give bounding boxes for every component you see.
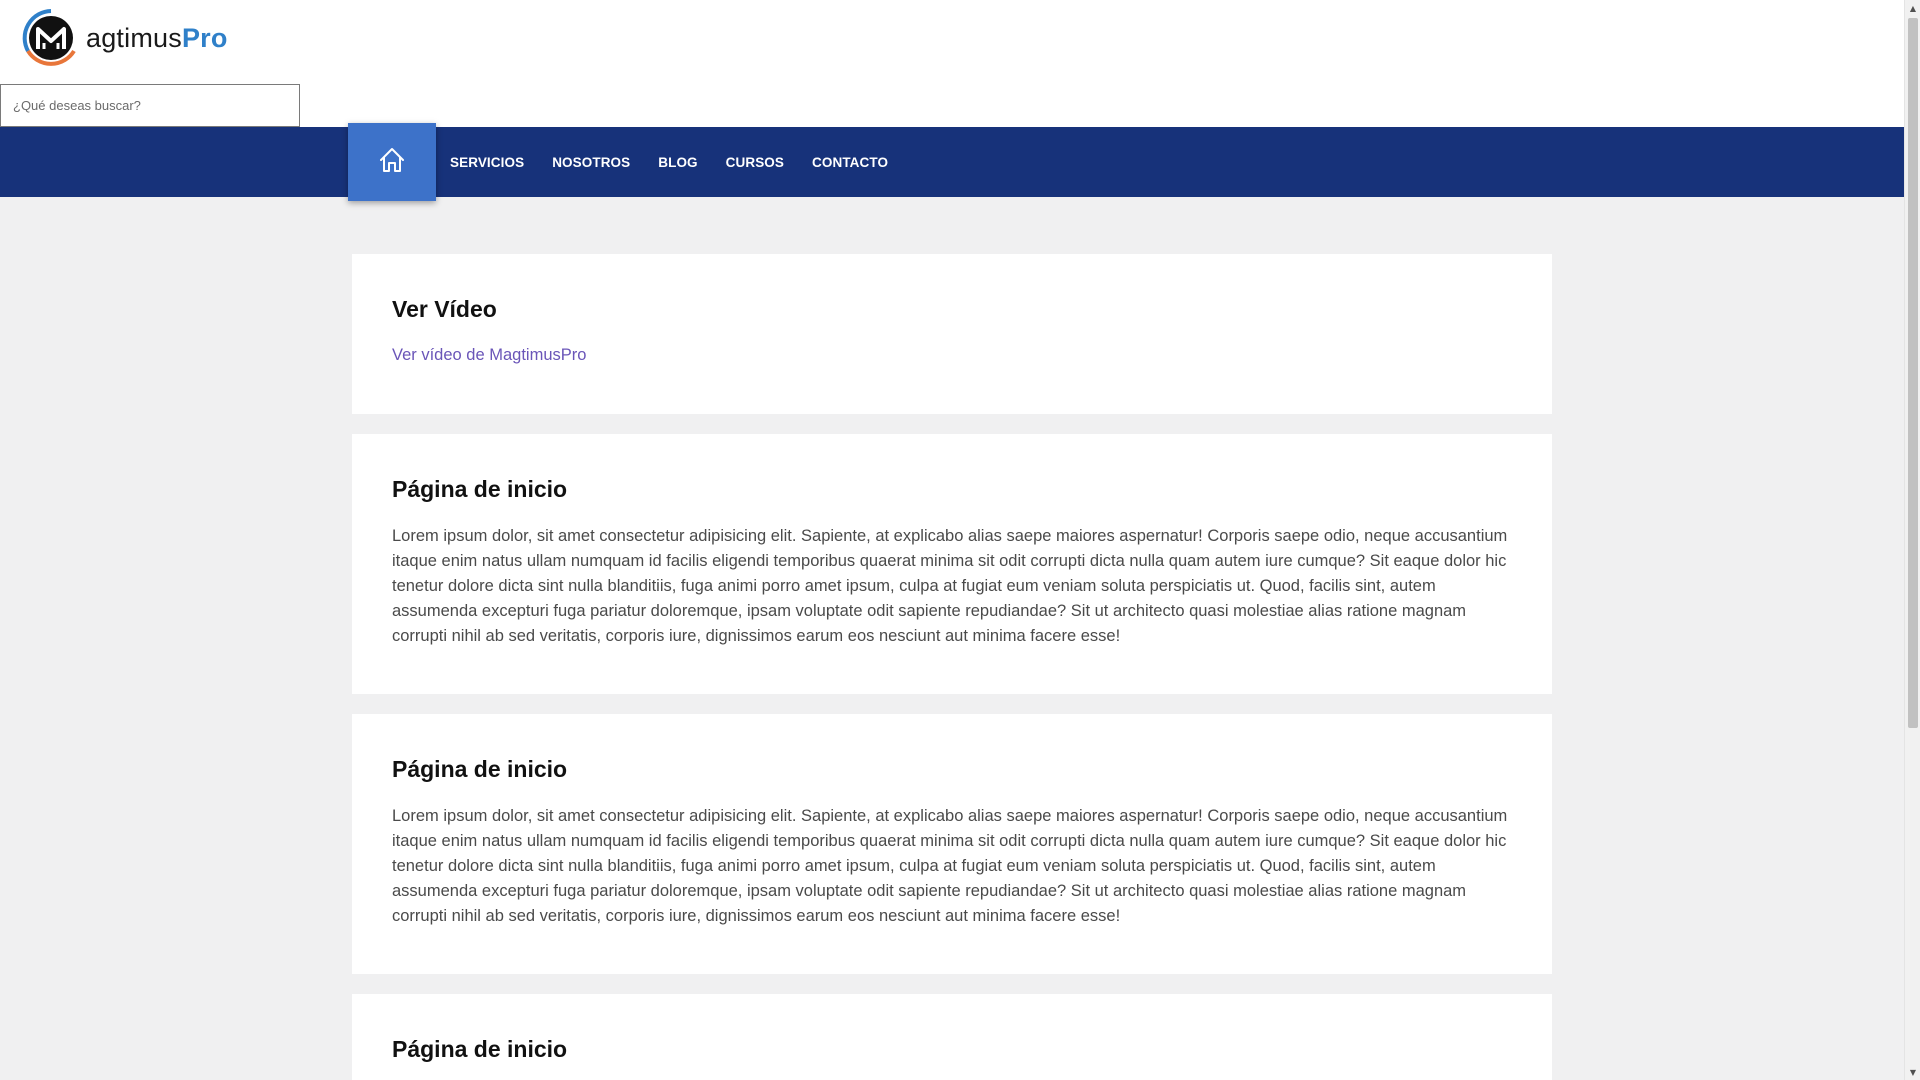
home-button[interactable]	[348, 123, 436, 201]
card-title: Página de inicio	[392, 756, 568, 782]
search-input[interactable]	[0, 84, 300, 127]
nav-item-servicios[interactable]: SERVICIOS	[436, 155, 538, 170]
scroll-down-icon[interactable]: ▼	[1905, 1064, 1920, 1080]
card-body: Lorem ipsum dolor, sit amet consectetur …	[392, 526, 1508, 645]
nav-item-blog[interactable]: BLOG	[644, 155, 711, 170]
scroll-up-icon[interactable]: ▲	[1905, 0, 1920, 16]
logo-mark-icon	[20, 7, 82, 69]
page: agtimusPro SERVICIOS NOSOTROS BLOG CURSO…	[0, 0, 1920, 1080]
home-icon	[378, 146, 406, 179]
content-card: Página de inicio Lorem ipsum dolor, sit …	[352, 434, 1552, 694]
card-title: Página de inicio	[392, 476, 568, 502]
card-title: Página de inicio	[392, 1036, 568, 1062]
nav-item-nosotros[interactable]: NOSOTROS	[538, 155, 644, 170]
logo-text-accent: Pro	[181, 22, 228, 53]
nav-item-contacto[interactable]: CONTACTO	[798, 155, 902, 170]
page-scrollbar[interactable]: ▲ ▼	[1904, 0, 1920, 1080]
nav-item-cursos[interactable]: CURSOS	[712, 155, 798, 170]
video-link[interactable]: Ver vídeo de MagtimusPro	[392, 346, 586, 365]
content-card: Página de inicio	[352, 994, 1552, 1080]
logo-text-main: agtimus	[86, 22, 182, 53]
logo-text: agtimusPro	[86, 23, 228, 54]
content-card: Página de inicio Lorem ipsum dolor, sit …	[352, 714, 1552, 974]
nav-menu: SERVICIOS NOSOTROS BLOG CURSOS CONTACTO	[436, 127, 902, 197]
scroll-thumb[interactable]	[1908, 18, 1918, 728]
site-logo[interactable]: agtimusPro	[20, 8, 228, 68]
nav-bar	[0, 127, 1904, 197]
video-card: Ver Vídeo Ver vídeo de MagtimusPro	[352, 254, 1552, 414]
card-title: Ver Vídeo	[392, 296, 497, 322]
card-body: Lorem ipsum dolor, sit amet consectetur …	[392, 806, 1508, 925]
header: agtimusPro	[0, 0, 1904, 127]
